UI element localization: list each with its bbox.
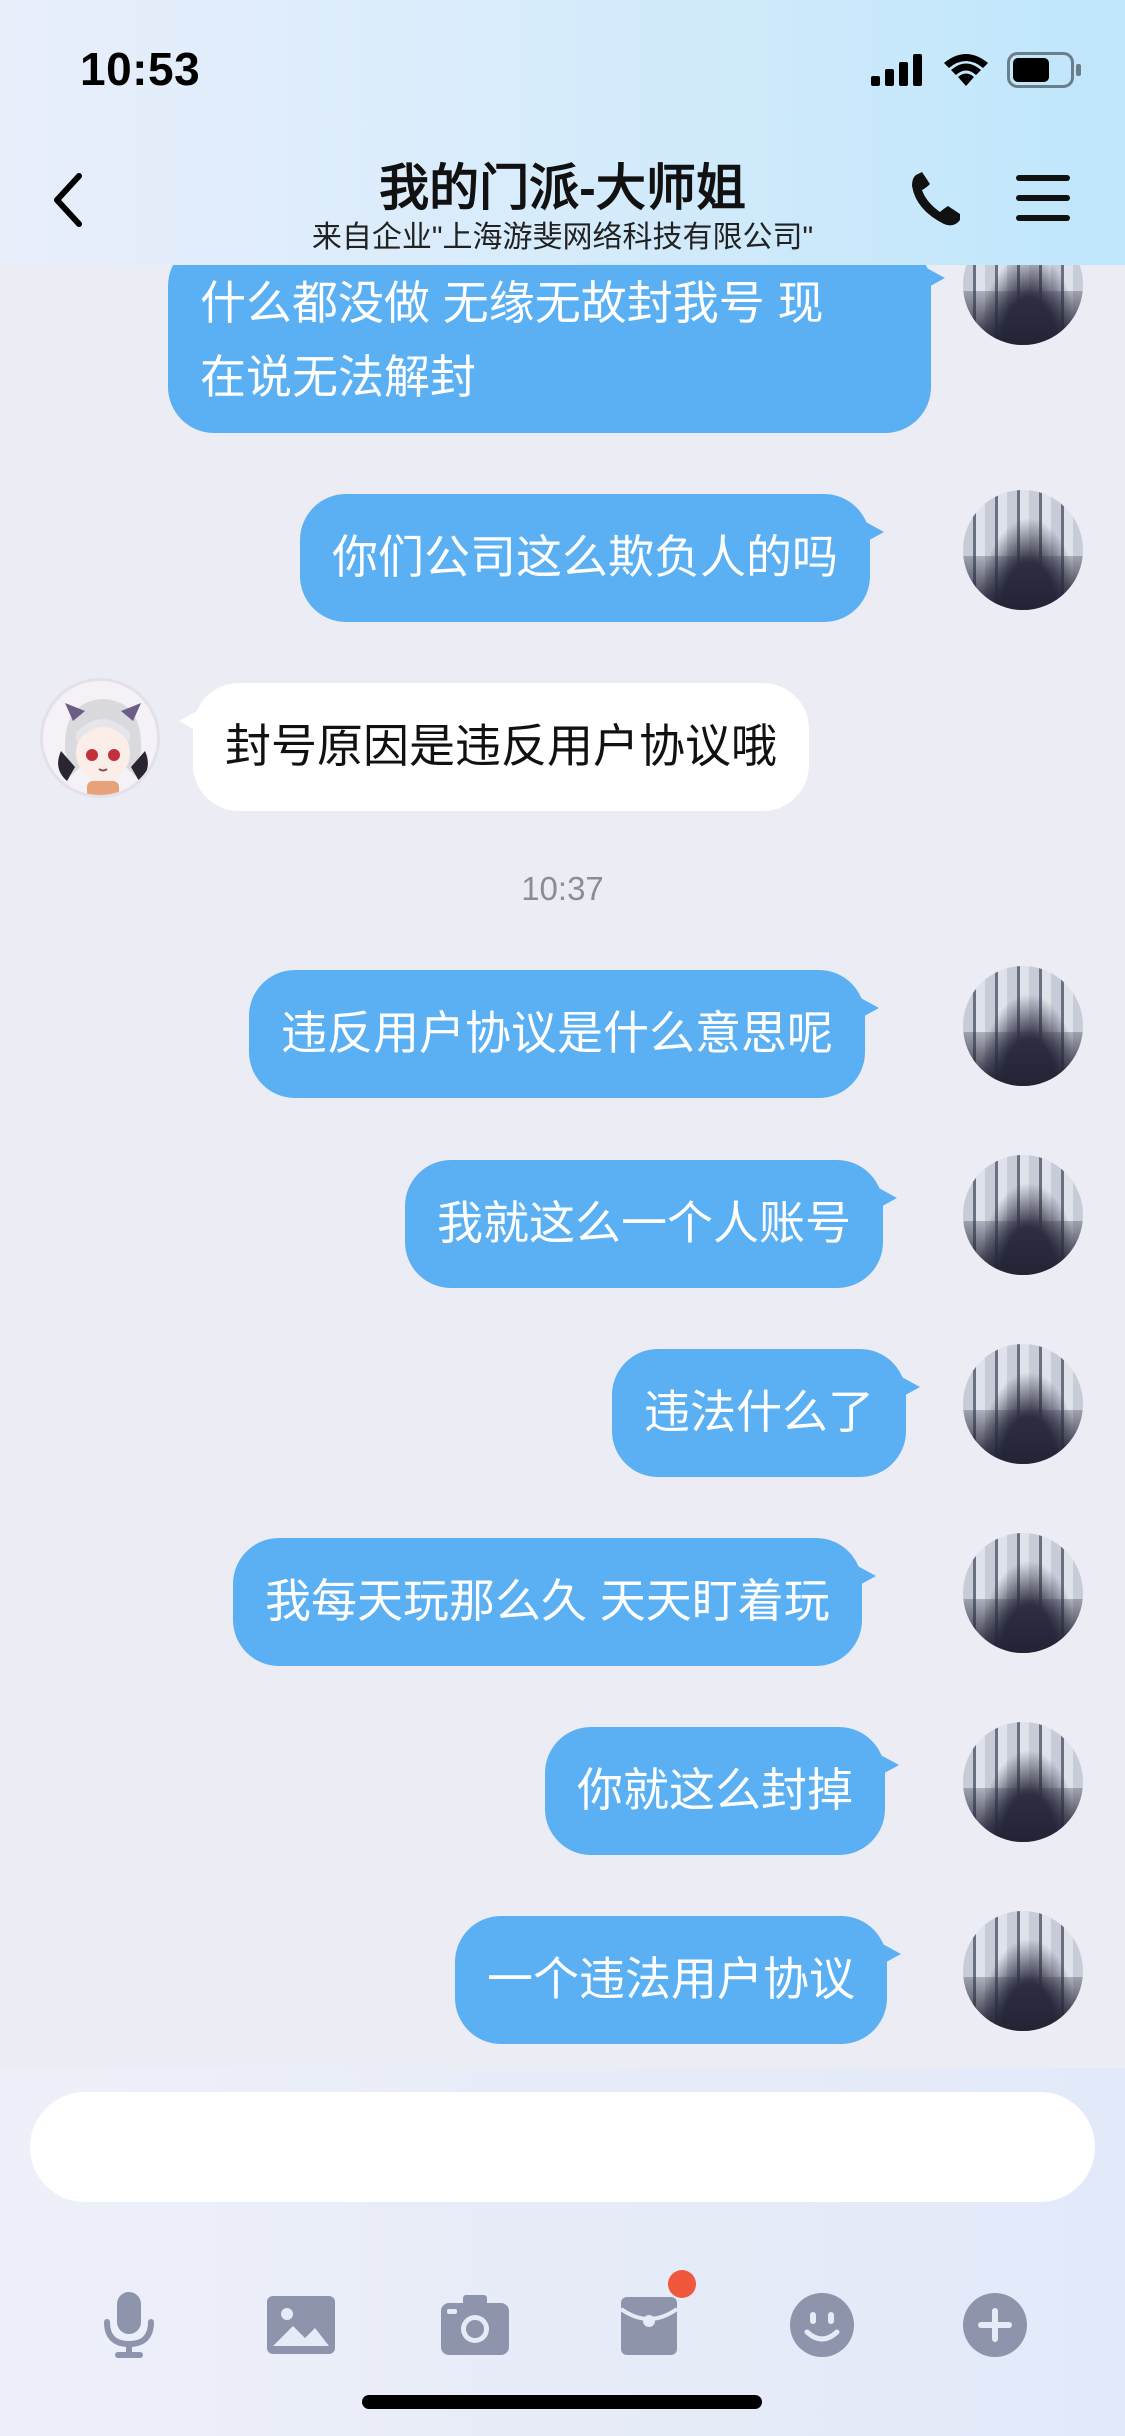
message-text: 你们公司这么欺负人的吗 [332, 531, 838, 583]
my-avatar[interactable] [963, 1533, 1083, 1653]
message-composer [0, 2068, 1125, 2436]
message-text: 我就这么一个人账号 [437, 1197, 851, 1249]
my-avatar[interactable] [963, 966, 1083, 1086]
my-avatar[interactable] [963, 1155, 1083, 1275]
camera-button[interactable] [440, 2290, 510, 2360]
more-button[interactable] [960, 2290, 1030, 2360]
message-text: 违反用户协议是什么意思呢 [281, 1007, 833, 1059]
message-text: 你就这么封掉 [577, 1764, 853, 1816]
message-text: 违法什么了 [644, 1386, 874, 1438]
message-text: 一个违法用户协议 [487, 1953, 855, 2005]
notification-dot [668, 2270, 696, 2298]
message-bubble-outgoing[interactable]: 我每天玩那么久 天天盯着玩 [233, 1538, 876, 1666]
message-timestamp: 10:37 [521, 870, 604, 907]
message-list[interactable]: 什么都没做 无缘无故封我号 现 在说无法解封 你们公司这么欺负人的吗 封号原因是… [0, 0, 1125, 2068]
hamburger-menu-icon [1016, 175, 1070, 221]
status-bar-time: 10:53 [80, 43, 201, 95]
phone-icon [912, 172, 960, 226]
message-bubble-outgoing[interactable]: 你们公司这么欺负人的吗 [300, 494, 884, 622]
anime-girl-icon [43, 681, 157, 795]
chat-header: 10:53 我的门派-大师姐 来自企业"上海游斐网络科技有限公司" [0, 0, 1125, 265]
message-bubble-outgoing[interactable]: 你就这么封掉 [545, 1727, 899, 1855]
my-avatar[interactable] [963, 1722, 1083, 1842]
my-avatar[interactable] [963, 490, 1083, 610]
my-avatar[interactable] [963, 1911, 1083, 2031]
voice-button[interactable] [94, 2290, 164, 2360]
emoji-button[interactable] [787, 2290, 857, 2360]
camera-icon [441, 2295, 509, 2355]
battery-icon [1007, 52, 1081, 88]
my-avatar[interactable] [963, 1344, 1083, 1464]
plus-icon [963, 2293, 1027, 2357]
message-text-line: 在说无法解封 [200, 351, 476, 403]
emoji-icon [790, 2293, 854, 2357]
status-bar-icons [871, 50, 1083, 90]
image-button[interactable] [266, 2290, 336, 2360]
wifi-icon [944, 54, 988, 86]
message-text-line: 什么都没做 无缘无故封我号 现 [200, 277, 824, 329]
microphone-icon [104, 2292, 154, 2358]
message-text: 我每天玩那么久 天天盯着玩 [265, 1575, 830, 1627]
message-bubble-incoming[interactable]: 封号原因是违反用户协议哦 [179, 683, 809, 811]
red-packet-button[interactable] [614, 2270, 696, 2360]
message-bubble-outgoing[interactable]: 违反用户协议是什么意思呢 [249, 970, 879, 1098]
menu-button[interactable] [1016, 172, 1070, 224]
home-indicator[interactable] [362, 2395, 762, 2409]
call-button[interactable] [908, 170, 964, 230]
message-bubble-outgoing[interactable]: 一个违法用户协议 [455, 1916, 901, 2044]
message-bubble-outgoing[interactable]: 违法什么了 [612, 1349, 920, 1477]
image-icon [267, 2296, 335, 2354]
message-text: 封号原因是违反用户协议哦 [225, 720, 777, 772]
cellular-signal-icon [871, 54, 922, 86]
red-packet-icon [619, 2297, 679, 2355]
message-bubble-outgoing[interactable]: 什么都没做 无缘无故封我号 现 在说无法解封 [168, 240, 945, 433]
message-input[interactable] [30, 2092, 1095, 2202]
message-bubble-outgoing[interactable]: 我就这么一个人账号 [405, 1160, 897, 1288]
contact-avatar[interactable] [40, 678, 160, 798]
